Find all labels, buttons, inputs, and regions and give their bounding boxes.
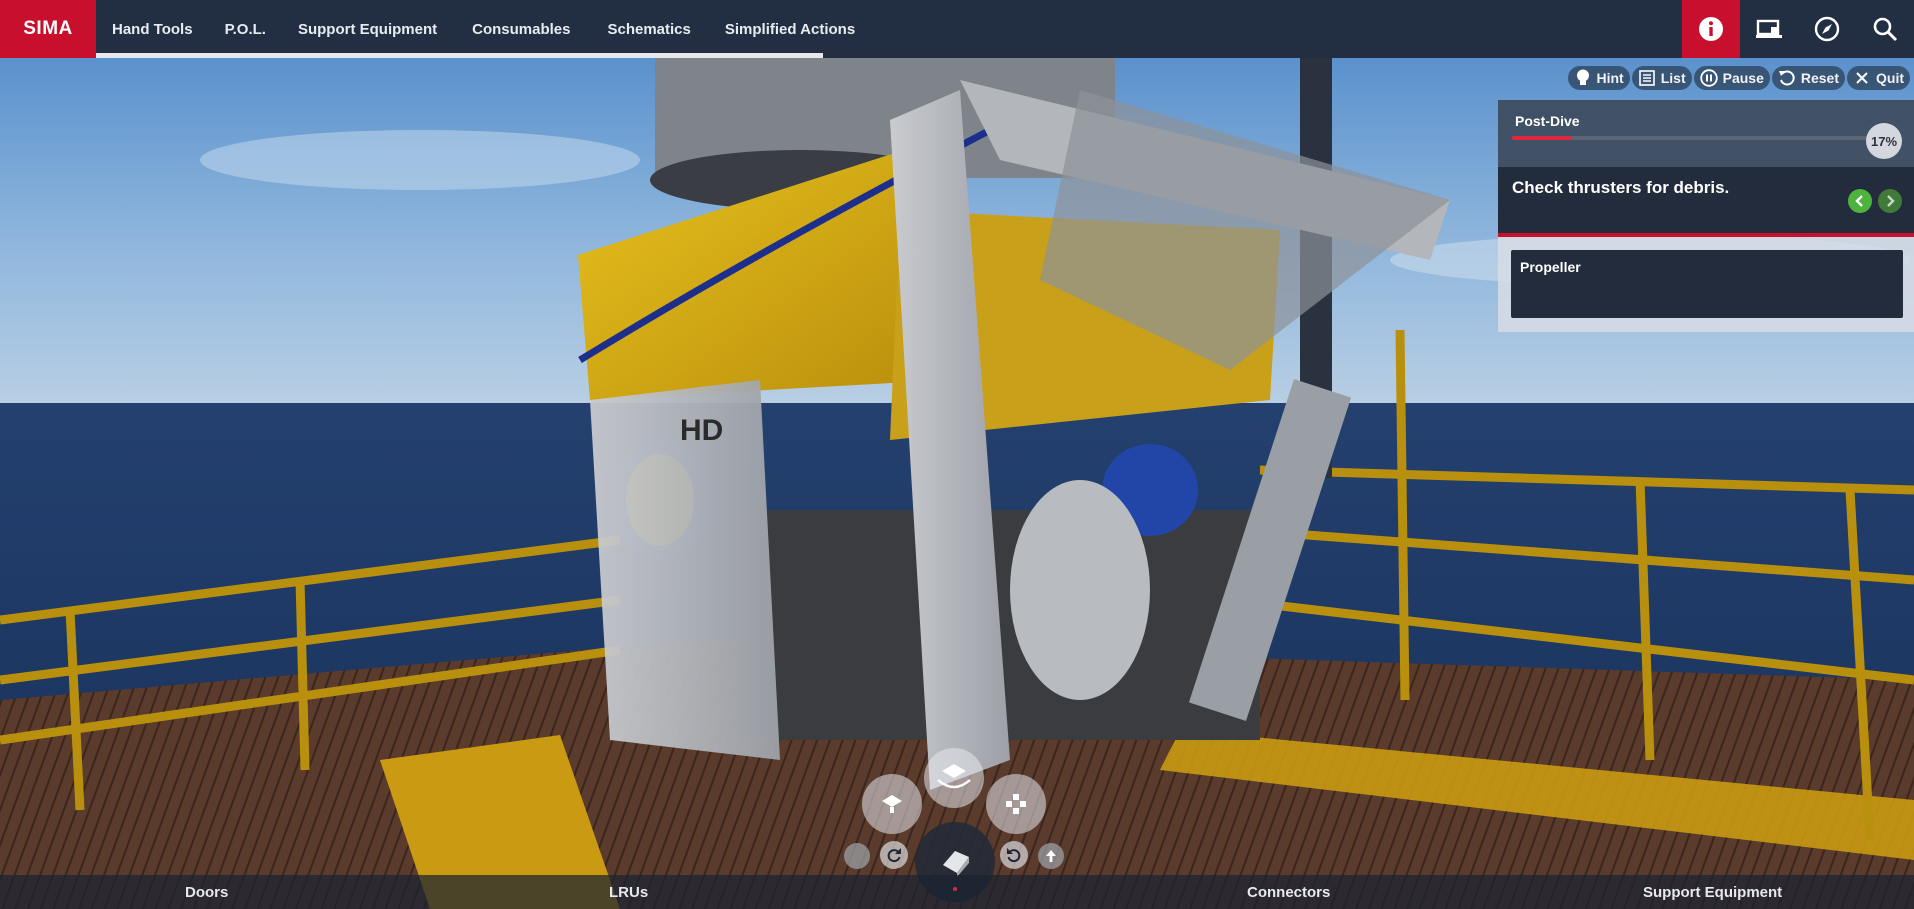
list-icon — [1638, 69, 1656, 87]
rotate-left-button[interactable] — [1000, 841, 1028, 869]
rotate-cw-icon — [887, 848, 901, 863]
menu-hand-tools[interactable]: Hand Tools — [96, 0, 209, 58]
quit-label: Quit — [1876, 70, 1904, 86]
menu-simplified-actions[interactable]: Simplified Actions — [709, 0, 871, 58]
close-icon — [1853, 69, 1871, 87]
rotate-ccw-icon — [1007, 848, 1021, 863]
camera-top-view-button[interactable] — [862, 774, 922, 834]
phase-title: Post-Dive — [1515, 113, 1580, 129]
step-instruction: Check thrusters for debris. — [1512, 178, 1730, 197]
quit-button[interactable]: Quit — [1847, 66, 1910, 90]
tab-connectors[interactable]: Connectors — [1247, 875, 1330, 909]
phase-header: Post-Dive 17% — [1498, 100, 1914, 167]
menu-schematics[interactable]: Schematics — [591, 0, 708, 58]
hint-button[interactable]: Hint — [1567, 66, 1630, 90]
tab-doors[interactable]: Doors — [185, 875, 228, 909]
bottom-tab-bar: Doors LRUs Connectors Support Equipment — [0, 875, 1914, 909]
target-item[interactable]: Propeller — [1511, 250, 1903, 318]
next-step-button[interactable] — [1878, 189, 1902, 213]
move-arrows-icon — [1006, 794, 1026, 814]
reset-label: Reset — [1800, 70, 1839, 86]
tab-lrus[interactable]: LRUs — [609, 875, 648, 909]
target-section: Propeller — [1498, 237, 1914, 332]
task-panel: Post-Dive 17% Check thrusters for debris… — [1498, 100, 1914, 332]
compass-icon[interactable] — [1798, 0, 1856, 58]
info-icon[interactable] — [1682, 0, 1740, 58]
progress-percent: 17% — [1866, 123, 1902, 159]
camera-orbit-button[interactable] — [924, 748, 984, 808]
lightbulb-icon — [1574, 69, 1592, 87]
step-navigation — [1848, 189, 1902, 213]
menu-support-equipment[interactable]: Support Equipment — [282, 0, 456, 58]
current-step: Check thrusters for debris. — [1498, 167, 1914, 237]
camera-move-button[interactable] — [986, 774, 1046, 834]
pause-icon — [1699, 69, 1718, 87]
active-camera-indicator — [953, 887, 957, 891]
pause-button[interactable]: Pause — [1693, 66, 1770, 90]
top-navigation-bar: SIMA Hand Tools P.O.L. Support Equipment… — [0, 0, 1914, 58]
reset-icon — [1778, 69, 1796, 87]
previous-step-button[interactable] — [1848, 189, 1872, 213]
sim-controls: Hint List Pause Reset Quit — [1567, 64, 1910, 92]
top-view-icon — [882, 795, 902, 813]
screen-icon[interactable] — [1740, 0, 1798, 58]
main-menu: Hand Tools P.O.L. Support Equipment Cons… — [96, 0, 871, 58]
camera-mode-dot[interactable] — [844, 843, 870, 869]
target-label: Propeller — [1520, 259, 1581, 275]
menu-consumables[interactable]: Consumables — [456, 0, 591, 58]
progress-fill — [1512, 136, 1573, 140]
menu-underline — [96, 53, 823, 58]
search-icon[interactable] — [1856, 0, 1914, 58]
progress-bar — [1512, 136, 1867, 140]
chevron-left-icon — [1855, 195, 1863, 207]
app-logo[interactable]: SIMA — [0, 0, 96, 58]
chevron-right-icon — [1887, 195, 1895, 207]
top-icon-group — [1682, 0, 1914, 58]
list-button[interactable]: List — [1631, 66, 1692, 90]
perspective-cube-icon — [943, 851, 969, 877]
arrow-up-icon — [1046, 850, 1056, 862]
pause-label: Pause — [1722, 70, 1764, 86]
tab-support-equipment[interactable]: Support Equipment — [1643, 875, 1782, 909]
reset-button[interactable]: Reset — [1771, 66, 1845, 90]
move-up-button[interactable] — [1038, 843, 1064, 869]
menu-pol[interactable]: P.O.L. — [209, 0, 282, 58]
rotate-right-button[interactable] — [880, 841, 908, 869]
svg-text:HD: HD — [680, 414, 723, 447]
hint-label: Hint — [1596, 70, 1624, 86]
orbit-cube-icon — [937, 764, 971, 789]
list-label: List — [1660, 70, 1686, 86]
